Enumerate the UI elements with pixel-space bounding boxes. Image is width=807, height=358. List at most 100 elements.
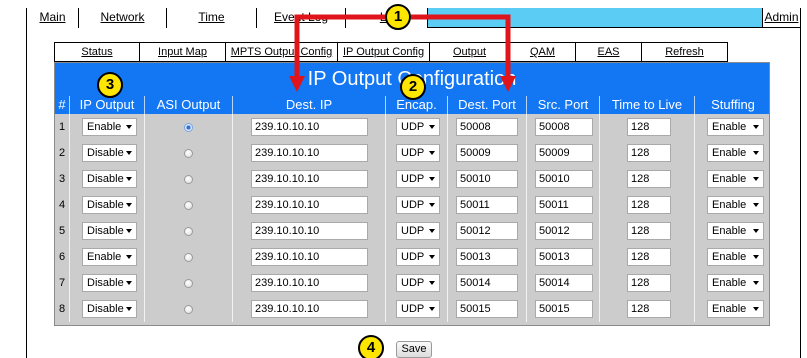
row-number: 3: [58, 173, 66, 185]
src-port-field[interactable]: 50014: [535, 274, 593, 292]
tab-event-log[interactable]: Event Log: [257, 8, 346, 28]
encap-select[interactable]: UDP: [396, 118, 440, 136]
src-port-field[interactable]: 50011: [535, 196, 593, 214]
ip-output-select[interactable]: Disable: [82, 300, 137, 318]
dest-ip-field[interactable]: 239.10.10.10: [251, 118, 368, 136]
dest-port-field[interactable]: 50011: [456, 196, 518, 214]
tab-admin[interactable]: Admin: [762, 8, 801, 28]
asi-output-radio[interactable]: [184, 279, 193, 288]
src-port-field[interactable]: 50008: [535, 118, 593, 136]
chevron-down-icon: [429, 229, 435, 233]
asi-output-radio[interactable]: [184, 149, 193, 158]
tab-network[interactable]: Network: [79, 8, 167, 28]
tab-main[interactable]: Main: [26, 8, 79, 28]
stuffing-select[interactable]: Enable: [707, 248, 764, 266]
stuffing-value: Enable: [712, 303, 747, 315]
subtab-input-map[interactable]: Input Map: [140, 42, 226, 62]
encap-value: UDP: [401, 199, 425, 211]
ttl-field[interactable]: 128: [627, 170, 671, 188]
cell-dest-port: 50008: [447, 114, 526, 140]
encap-select[interactable]: UDP: [396, 222, 440, 240]
cell-ip-output: Disable: [69, 192, 144, 218]
encap-select[interactable]: UDP: [396, 144, 440, 162]
dest-ip-field[interactable]: 239.10.10.10: [251, 300, 368, 318]
ip-output-select[interactable]: Disable: [82, 196, 137, 214]
ttl-field[interactable]: 128: [627, 274, 671, 292]
ip-output-value: Disable: [87, 303, 124, 315]
header-num: #: [58, 97, 66, 112]
ip-output-select[interactable]: Enable: [82, 248, 137, 266]
ip-output-select[interactable]: Enable: [82, 118, 137, 136]
stuffing-select[interactable]: Enable: [707, 144, 764, 162]
encap-value: UDP: [401, 277, 425, 289]
src-port-field[interactable]: 50013: [535, 248, 593, 266]
stuffing-select[interactable]: Enable: [707, 300, 764, 318]
ttl-field[interactable]: 128: [627, 196, 671, 214]
dest-ip-field[interactable]: 239.10.10.10: [251, 196, 368, 214]
subtab-eas[interactable]: EAS: [576, 42, 642, 62]
stuffing-select[interactable]: Enable: [707, 118, 764, 136]
save-button[interactable]: Save: [396, 341, 432, 358]
stuffing-select[interactable]: Enable: [707, 196, 764, 214]
dest-port-field[interactable]: 50012: [456, 222, 518, 240]
subtab-refresh[interactable]: Refresh: [642, 42, 728, 62]
stuffing-select[interactable]: Enable: [707, 222, 764, 240]
encap-select[interactable]: UDP: [396, 196, 440, 214]
ttl-field[interactable]: 128: [627, 222, 671, 240]
row-number: 4: [58, 199, 66, 211]
asi-output-radio[interactable]: [184, 227, 193, 236]
cell-ip-output: Disable: [69, 166, 144, 192]
dest-ip-field[interactable]: 239.10.10.10: [251, 248, 368, 266]
ip-output-select[interactable]: Disable: [82, 170, 137, 188]
asi-output-radio[interactable]: [184, 201, 193, 210]
stuffing-select[interactable]: Enable: [707, 170, 764, 188]
cell-encap: UDP: [385, 218, 447, 244]
ip-output-select[interactable]: Disable: [82, 144, 137, 162]
ip-output-select[interactable]: Disable: [82, 274, 137, 292]
subtab-mpts-output-config[interactable]: MPTS Output Config: [226, 42, 338, 62]
src-port-field[interactable]: 50009: [535, 144, 593, 162]
subtab-status[interactable]: Status: [54, 42, 140, 62]
cell-ttl: 128: [599, 218, 694, 244]
encap-select[interactable]: UDP: [396, 274, 440, 292]
tab-time[interactable]: Time: [167, 8, 257, 28]
dest-ip-field[interactable]: 239.10.10.10: [251, 144, 368, 162]
dest-port-field[interactable]: 50014: [456, 274, 518, 292]
src-port-field[interactable]: 50010: [535, 170, 593, 188]
src-port-field[interactable]: 50015: [535, 300, 593, 318]
chevron-down-icon: [429, 281, 435, 285]
src-port-field[interactable]: 50012: [535, 222, 593, 240]
ttl-field[interactable]: 128: [627, 300, 671, 318]
subtab-ip-output-config[interactable]: IP Output Config: [338, 42, 430, 62]
encap-select[interactable]: UDP: [396, 248, 440, 266]
ttl-field[interactable]: 128: [627, 118, 671, 136]
ip-output-value: Enable: [87, 121, 122, 133]
asi-output-radio[interactable]: [184, 175, 193, 184]
dest-port-field[interactable]: 50008: [456, 118, 518, 136]
dest-ip-field[interactable]: 239.10.10.10: [251, 274, 368, 292]
stuffing-select[interactable]: Enable: [707, 274, 764, 292]
cell-dest-port: 50011: [447, 192, 526, 218]
dest-port-field[interactable]: 50009: [456, 144, 518, 162]
asi-output-radio[interactable]: [184, 253, 193, 262]
callout-badge-2: 2: [400, 74, 426, 100]
encap-select[interactable]: UDP: [396, 170, 440, 188]
asi-output-radio[interactable]: [184, 123, 193, 132]
encap-select[interactable]: UDP: [396, 300, 440, 318]
ip-output-select[interactable]: Disable: [82, 222, 137, 240]
subtab-output[interactable]: Output: [430, 42, 510, 62]
ttl-field[interactable]: 128: [627, 248, 671, 266]
dest-ip-field[interactable]: 239.10.10.10: [251, 170, 368, 188]
nav-filler: [428, 8, 762, 27]
dest-port-field[interactable]: 50013: [456, 248, 518, 266]
dest-ip-field[interactable]: 239.10.10.10: [251, 222, 368, 240]
asi-output-radio[interactable]: [184, 305, 193, 314]
subtab-qam[interactable]: QAM: [510, 42, 576, 62]
dest-port-field[interactable]: 50010: [456, 170, 518, 188]
cell-encap: UDP: [385, 166, 447, 192]
dest-port-field[interactable]: 50015: [456, 300, 518, 318]
table-row: 5 Disable 239.10.10.10 UDP 50012 50012 128 Enab…: [55, 218, 769, 244]
chevron-down-icon: [126, 125, 132, 129]
cell-asi-output: [144, 218, 232, 244]
ttl-field[interactable]: 128: [627, 144, 671, 162]
